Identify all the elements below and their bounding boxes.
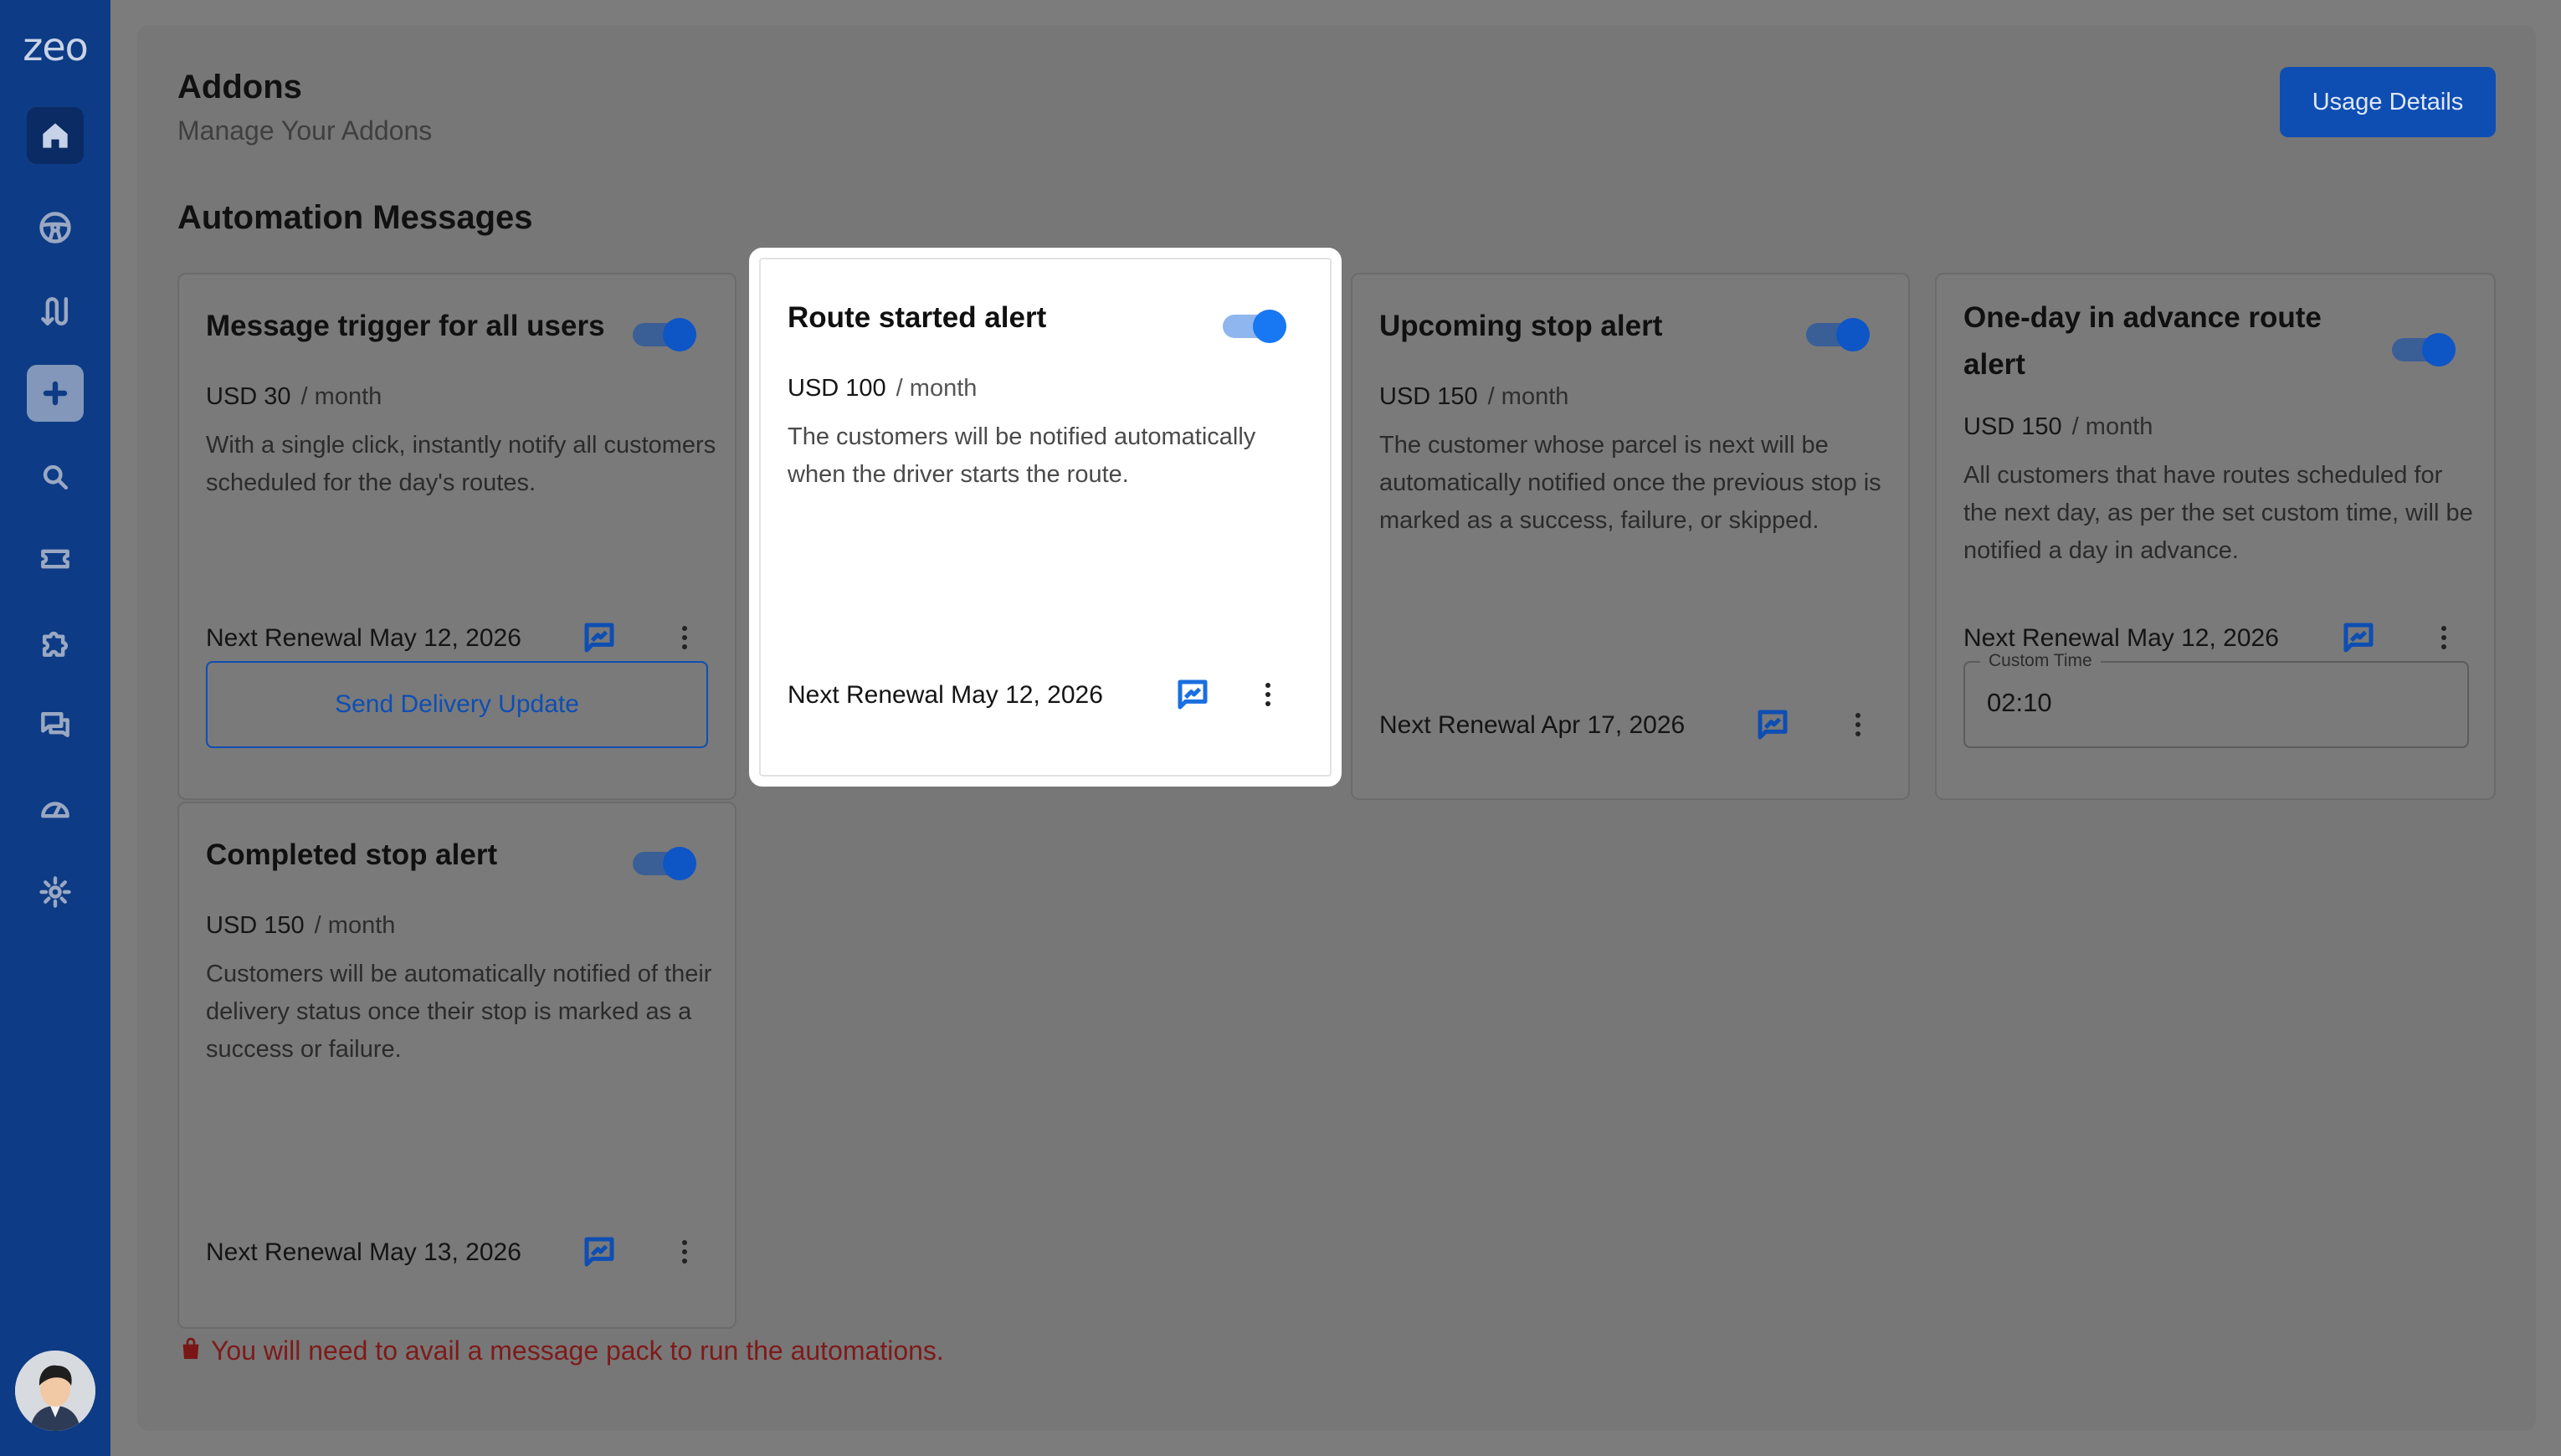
home-icon[interactable]	[27, 107, 84, 164]
renewal-date: Next Renewal May 12, 2026	[206, 624, 521, 652]
card-title: One-day in advance route alert	[1963, 301, 2322, 381]
more-options-icon[interactable]	[1850, 708, 1866, 741]
addon-toggle[interactable]	[633, 847, 696, 880]
page-subtitle: Manage Your Addons	[177, 115, 433, 146]
addon-toggle[interactable]	[633, 318, 696, 351]
card-price: USD 150/ month	[1963, 413, 2153, 440]
card-title: Route started alert	[788, 301, 1047, 334]
message-edit-icon[interactable]	[583, 1235, 616, 1269]
addon-card: Upcoming stop alert USD 150/ month The c…	[1351, 273, 1910, 800]
addon-card: Route started alert USD 100/ month The c…	[749, 248, 1342, 787]
message-pack-warning: You will need to avail a message pack to…	[177, 1336, 944, 1366]
page-title: Addons	[177, 69, 302, 105]
avatar[interactable]	[15, 1351, 95, 1431]
steering-wheel-icon[interactable]	[27, 199, 84, 256]
addon-toggle[interactable]	[1223, 310, 1286, 343]
message-edit-icon[interactable]	[583, 621, 616, 654]
custom-time-label: Custom Time	[1980, 651, 2101, 671]
chat-icon[interactable]	[27, 696, 84, 753]
message-edit-icon[interactable]	[1176, 678, 1209, 711]
add-icon[interactable]	[27, 365, 84, 422]
main-panel: Addons Manage Your Addons Usage Details …	[137, 25, 2536, 1431]
card-price: USD 30/ month	[206, 383, 382, 410]
custom-time-value[interactable]: 02:10	[1987, 688, 2052, 718]
card-description: Customers will be automatically notified…	[206, 961, 712, 1063]
card-description: All customers that have routes scheduled…	[1963, 462, 2473, 564]
renewal-date: Next Renewal May 12, 2026	[788, 681, 1103, 709]
card-title: Completed stop alert	[206, 838, 498, 871]
gear-icon[interactable]	[27, 864, 84, 920]
card-description: The customer whose parcel is next will b…	[1379, 432, 1881, 534]
addon-card: Message trigger for all users USD 30/ mo…	[177, 273, 736, 800]
send-delivery-update-button[interactable]: Send Delivery Update	[206, 661, 708, 748]
card-title: Upcoming stop alert	[1379, 310, 1663, 342]
addon-card: Completed stop alert USD 150/ month Cust…	[177, 802, 736, 1329]
card-price: USD 100/ month	[788, 375, 978, 402]
warning-text: You will need to avail a message pack to…	[211, 1336, 944, 1366]
message-edit-icon[interactable]	[1756, 708, 1789, 741]
more-options-icon[interactable]	[676, 1235, 693, 1269]
addon-toggle[interactable]	[2392, 333, 2456, 367]
addon-toggle[interactable]	[1806, 318, 1870, 351]
renewal-date: Next Renewal Apr 17, 2026	[1379, 711, 1686, 739]
renewal-date: Next Renewal May 13, 2026	[206, 1238, 521, 1266]
dashboard-icon[interactable]	[27, 780, 84, 837]
search-icon[interactable]	[27, 449, 84, 505]
card-price: USD 150/ month	[206, 912, 396, 939]
addon-card: One-day in advance route alert USD 150/ …	[1935, 273, 2496, 800]
card-description: The customers will be notified automatic…	[788, 423, 1256, 488]
custom-time-field[interactable]: Custom Time 02:10	[1963, 651, 2469, 748]
card-title: Message trigger for all users	[206, 310, 605, 342]
sidebar: zeo	[0, 0, 110, 1456]
zeo-logo[interactable]: zeo	[15, 27, 95, 67]
puzzle-icon[interactable]	[27, 614, 84, 671]
card-description: With a single click, instantly notify al…	[206, 432, 716, 496]
routes-icon[interactable]	[27, 283, 84, 340]
card-price: USD 150/ month	[1379, 383, 1569, 410]
message-edit-icon[interactable]	[2342, 621, 2375, 654]
more-options-icon[interactable]	[2435, 621, 2452, 654]
more-options-icon[interactable]	[1260, 678, 1276, 711]
ticket-icon[interactable]	[27, 531, 84, 587]
more-options-icon[interactable]	[676, 621, 693, 654]
renewal-date: Next Renewal May 12, 2026	[1963, 624, 2279, 652]
usage-details-button[interactable]: Usage Details	[2280, 67, 2496, 137]
shopping-bag-icon	[177, 1336, 204, 1366]
section-title: Automation Messages	[177, 199, 533, 236]
